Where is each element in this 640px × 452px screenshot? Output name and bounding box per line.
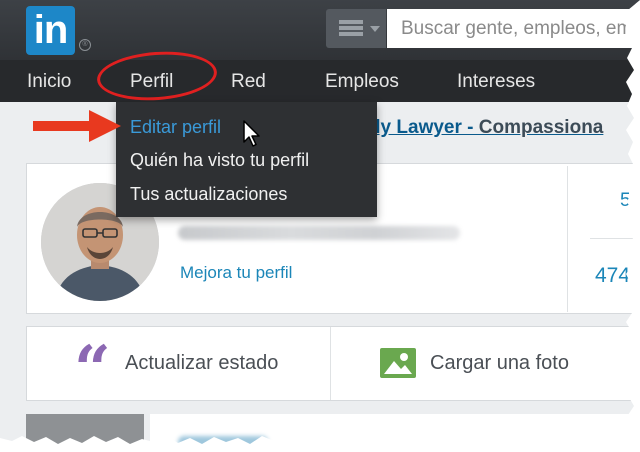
share-divider <box>330 327 331 400</box>
stat-top-value[interactable]: 5 <box>620 190 631 212</box>
feed-thumbnail <box>26 414 144 452</box>
menu-item-edit-profile[interactable]: Editar perfil <box>130 117 221 138</box>
blurred-feed-link <box>178 436 268 448</box>
update-status-button[interactable]: Actualizar estado <box>125 352 278 375</box>
mouse-pointer-icon <box>242 120 262 148</box>
improve-profile-link[interactable]: Mejora tu perfil <box>180 263 292 283</box>
search-input[interactable] <box>387 9 640 48</box>
main-nav: Inicio Perfil Red Empleos Intereses <box>0 60 640 102</box>
list-menu-icon <box>339 20 363 37</box>
arrow-annotation-icon <box>31 107 123 145</box>
nav-item-red[interactable]: Red <box>231 60 266 102</box>
headline-part-1: ily Lawyer - <box>370 117 474 138</box>
nav-item-inicio[interactable]: Inicio <box>27 60 71 102</box>
menu-item-who-viewed[interactable]: Quién ha visto tu perfil <box>130 150 309 171</box>
chevron-down-icon <box>370 26 380 32</box>
linkedin-logo[interactable]: in <box>26 6 75 55</box>
nav-item-empleos[interactable]: Empleos <box>325 60 399 102</box>
image-icon[interactable] <box>380 348 416 378</box>
quote-icon[interactable]: “ <box>74 338 111 402</box>
stats-divider <box>590 238 640 239</box>
card-divider <box>567 166 568 312</box>
search-category-button[interactable] <box>326 9 386 48</box>
registered-mark-icon: ® <box>79 39 91 51</box>
stat-bottom-value[interactable]: 474 <box>595 264 630 288</box>
top-header: in ® <box>0 0 640 60</box>
nav-item-intereses[interactable]: Intereses <box>457 60 535 102</box>
blurred-headline <box>178 226 460 240</box>
headline-link[interactable]: ily Lawyer - Compassiona <box>370 117 603 139</box>
upload-photo-button[interactable]: Cargar una foto <box>430 352 569 375</box>
menu-item-your-updates[interactable]: Tus actualizaciones <box>130 184 287 205</box>
headline-part-2: Compassiona <box>473 117 604 138</box>
